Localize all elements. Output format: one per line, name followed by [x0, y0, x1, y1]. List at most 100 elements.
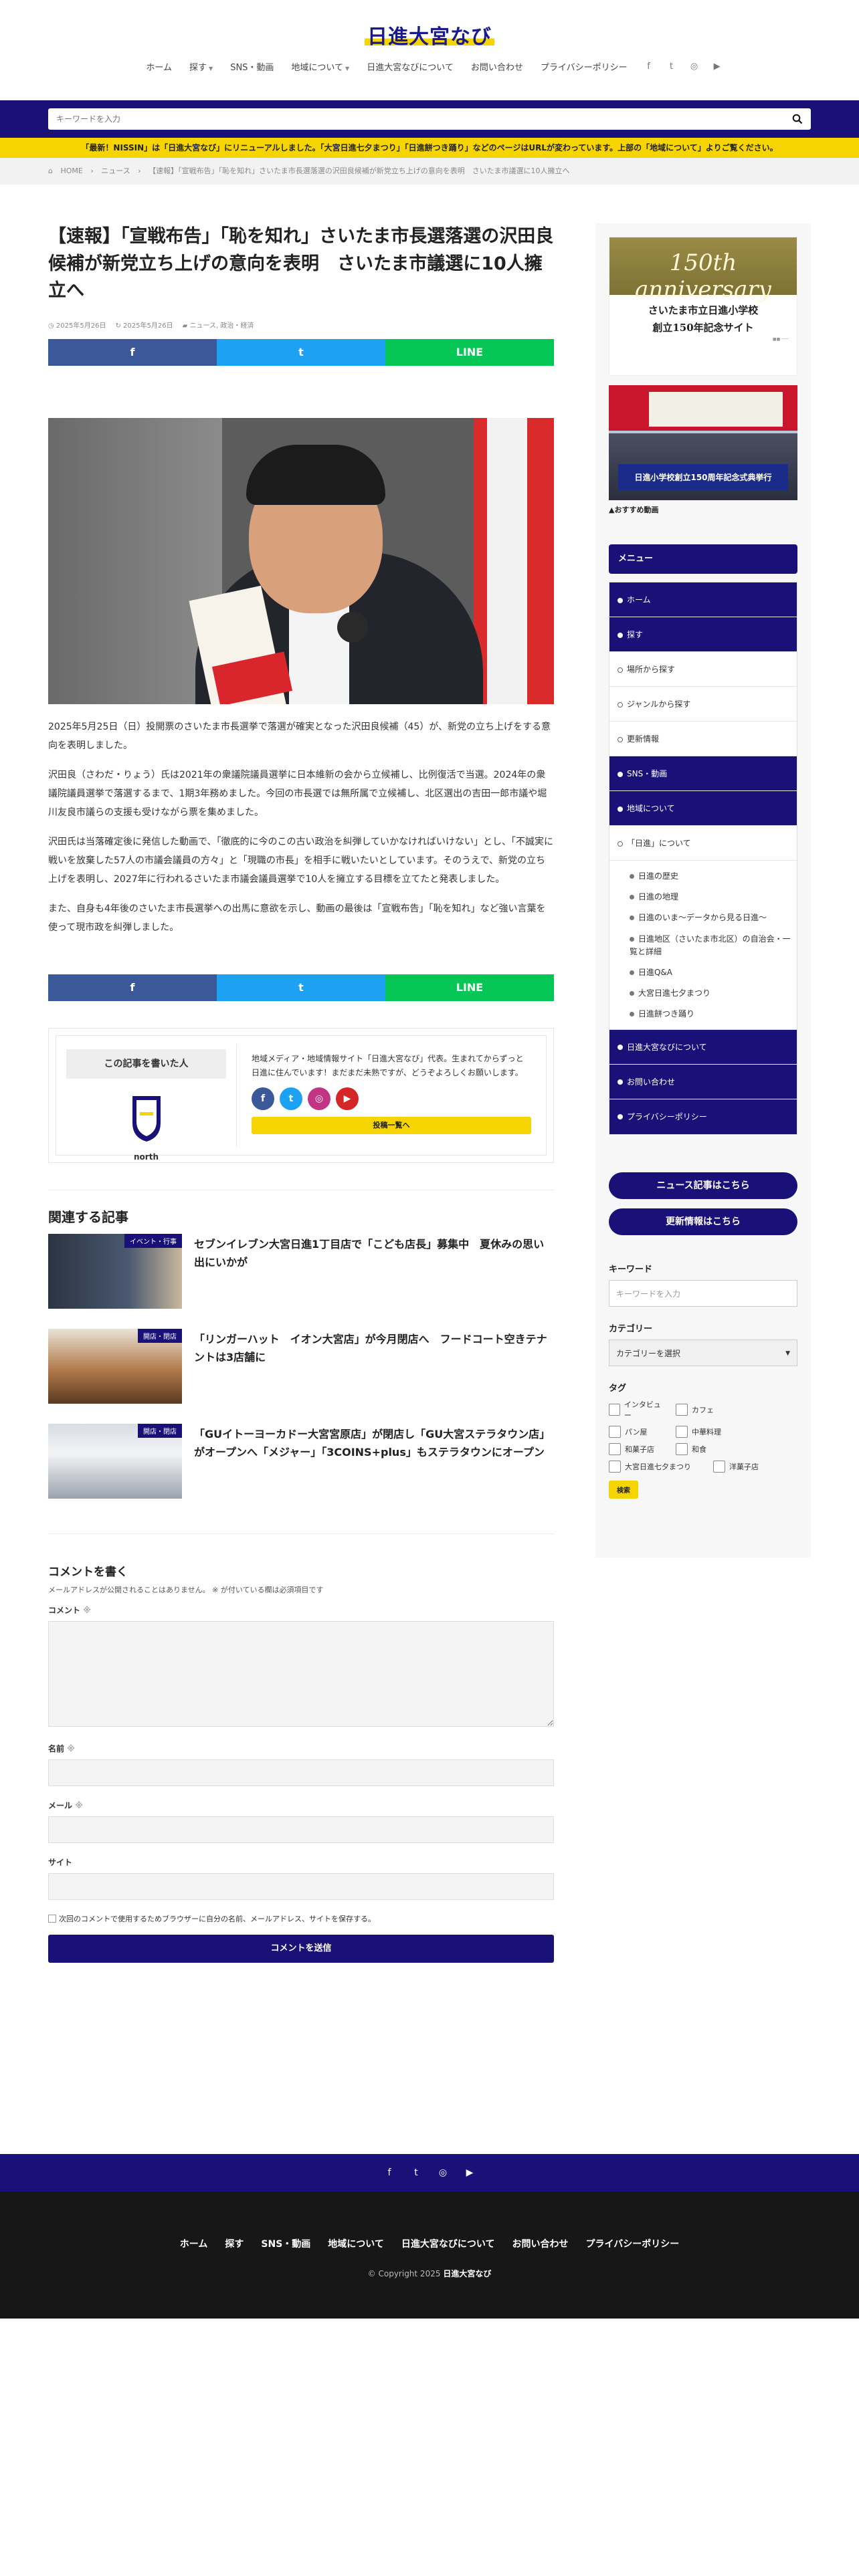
breadcrumb-home[interactable]: HOME [60, 167, 82, 175]
sidebar-search-input[interactable]: キーワードを入力 [609, 1279, 797, 1307]
menu-item-home[interactable]: ホーム [609, 582, 797, 617]
nav-about[interactable]: 日進大宮なびについて [358, 60, 462, 73]
nav-privacy[interactable]: プライバシーポリシー [532, 60, 636, 73]
twitter-icon[interactable]: t [280, 1087, 302, 1110]
tag-checkbox[interactable]: カフェ [676, 1399, 732, 1420]
site-field[interactable] [48, 1872, 554, 1900]
related-title[interactable]: 「リンガーハット イオン大宮店」が今月閉店へ フードコート空きテナントは3店舗に [194, 1329, 554, 1404]
checkbox[interactable] [609, 1442, 621, 1455]
search-input[interactable] [48, 108, 811, 130]
author-avatar[interactable] [123, 1092, 170, 1144]
menu-item-about-site[interactable]: 日進大宮なびについて [609, 1029, 797, 1065]
comment-textarea[interactable] [48, 1620, 554, 1727]
cookie-consent[interactable]: 次回のコメントで使用するためブラウザーに自分の名前、メールアドレス、サイトを保存… [48, 1913, 554, 1924]
instagram-icon[interactable]: ◎ [308, 1087, 330, 1110]
related-title[interactable]: セブンイレブン大宮日進1丁目店で「こども店長」募集中 夏休みの思い出にいかが [194, 1234, 554, 1309]
youtube-icon[interactable]: ▶ [336, 1087, 359, 1110]
related-title[interactable]: 「GUイトーヨーカドー大宮宮原店」が閉店し「GU大宮ステラタウン店」がオープンへ… [194, 1424, 554, 1499]
footer-nav-sns[interactable]: SNS・動画 [261, 2237, 310, 2250]
menu-item-updates[interactable]: 更新情報 [609, 722, 797, 756]
related-item[interactable]: イベント・行事 セブンイレブン大宮日進1丁目店で「こども店長」募集中 夏休みの思… [48, 1233, 554, 1309]
menu-item-search[interactable]: 探す [609, 617, 797, 652]
checkbox[interactable] [609, 1425, 621, 1438]
instagram-icon[interactable]: ◎ [690, 62, 699, 72]
submenu-item[interactable]: 日進Q&A [630, 962, 797, 983]
tag-search-button[interactable]: 検索 [609, 1480, 638, 1499]
related-thumbnail[interactable]: 開店・閉店 [48, 1328, 182, 1404]
checkbox[interactable] [676, 1403, 688, 1416]
anniversary-banner[interactable]: 150th anniversary さいたま市立日進小学校 創立150年記念サイ… [609, 237, 797, 376]
notice-banner[interactable]: 「最新！NISSIN」は「日進大宮なび」にリニューアルしました。「大宮日進七夕ま… [0, 138, 859, 158]
related-item[interactable]: 開店・閉店 「GUイトーヨーカドー大宮宮原店」が閉店し「GU大宮ステラタウン店」… [48, 1423, 554, 1499]
menu-item-contact[interactable]: お問い合わせ [609, 1064, 797, 1099]
site-logo[interactable]: 日進大宮なび [0, 0, 859, 60]
share-line-button[interactable]: LINE [385, 338, 554, 366]
tag-checkbox[interactable]: 大宮日進七夕まつり [609, 1460, 702, 1473]
nav-search[interactable]: 探す ▼ [181, 60, 221, 73]
cookie-checkbox[interactable] [48, 1914, 56, 1923]
checkbox[interactable] [676, 1425, 688, 1438]
email-field[interactable] [48, 1816, 554, 1843]
menu-item-sns[interactable]: SNS・動画 [609, 756, 797, 791]
tag-checkbox[interactable]: 中華料理 [676, 1425, 732, 1438]
share-twitter-button[interactable]: t [217, 338, 385, 366]
facebook-icon[interactable]: f [644, 62, 654, 72]
checkbox[interactable] [713, 1460, 725, 1473]
tag-checkbox[interactable]: 洋菓子店 [713, 1460, 769, 1473]
checkbox[interactable] [676, 1442, 688, 1455]
submenu-item[interactable]: 日進地区（さいたま市北区）の自治会・一覧と詳細 [630, 929, 797, 962]
share-line-button[interactable]: LINE [385, 974, 554, 1001]
tag-checkbox[interactable]: 和食 [676, 1442, 732, 1455]
comment-submit-button[interactable]: コメントを送信 [48, 1934, 554, 1963]
updates-button[interactable]: 更新情報はこちら [609, 1208, 797, 1235]
nav-area-label[interactable]: 地域について [291, 63, 343, 73]
footer-nav-about[interactable]: 日進大宮なびについて [401, 2237, 495, 2250]
nav-sns[interactable]: SNS・動画 [221, 60, 282, 73]
share-facebook-button[interactable]: f [48, 338, 217, 366]
article-category[interactable]: ▰ ニュース, 政治・経済 [183, 320, 254, 330]
facebook-icon[interactable]: f [384, 2167, 395, 2178]
related-thumbnail[interactable]: 開店・閉店 [48, 1423, 182, 1499]
facebook-icon[interactable]: f [252, 1087, 274, 1110]
checkbox[interactable] [609, 1460, 621, 1473]
breadcrumb-category[interactable]: ニュース [101, 167, 130, 175]
tag-checkbox[interactable]: インタビュー [609, 1399, 665, 1420]
twitter-icon[interactable]: t [411, 2167, 421, 2178]
tag-checkbox[interactable]: パン屋 [609, 1425, 665, 1438]
author-name[interactable]: north [56, 1152, 236, 1162]
category-select[interactable]: カテゴリーを選択 ▼ [609, 1339, 797, 1366]
search-icon[interactable] [792, 114, 803, 124]
nav-home[interactable]: ホーム [137, 60, 181, 73]
youtube-icon[interactable]: ▶ [464, 2167, 475, 2178]
menu-item-by-genre[interactable]: ジャンルから探す [609, 687, 797, 722]
checkbox[interactable] [609, 1403, 620, 1416]
twitter-icon[interactable]: t [667, 62, 676, 72]
article-category-text[interactable]: ニュース, 政治・経済 [189, 322, 254, 330]
footer-nav-search[interactable]: 探す [225, 2237, 244, 2250]
footer-nav-area[interactable]: 地域について [328, 2237, 384, 2250]
share-twitter-button[interactable]: t [217, 974, 385, 1001]
nav-contact[interactable]: お問い合わせ [462, 60, 532, 73]
author-posts-button[interactable]: 投稿一覧へ [252, 1116, 531, 1134]
name-field[interactable] [48, 1759, 554, 1786]
news-articles-button[interactable]: ニュース記事はこちら [609, 1172, 797, 1199]
nav-search-label[interactable]: 探す [189, 63, 207, 73]
menu-item-area[interactable]: 地域について [609, 791, 797, 826]
site-logo-text[interactable]: 日進大宮なび [365, 20, 494, 49]
footer-nav-home[interactable]: ホーム [180, 2237, 208, 2250]
tag-checkbox[interactable]: 和菓子店 [609, 1442, 665, 1455]
instagram-icon[interactable]: ◎ [438, 2167, 448, 2178]
submenu-item[interactable]: 大宮日進七夕まつり [630, 983, 797, 1004]
menu-item-by-place[interactable]: 場所から探す [609, 652, 797, 687]
submenu-item[interactable]: 日進のいま〜データから見る日進〜 [630, 907, 797, 928]
related-item[interactable]: 開店・閉店 「リンガーハット イオン大宮店」が今月閉店へ フードコート空きテナン… [48, 1328, 554, 1404]
share-facebook-button[interactable]: f [48, 974, 217, 1001]
recommended-video[interactable]: 日進小学校創立150周年記念式典挙行 [609, 385, 797, 500]
copyright-site[interactable]: 日進大宮なび [443, 2269, 491, 2278]
nav-area[interactable]: 地域について ▼ [282, 60, 358, 73]
related-thumbnail[interactable]: イベント・行事 [48, 1233, 182, 1309]
submenu-item[interactable]: 日進餅つき踊り [630, 1004, 797, 1025]
footer-nav-contact[interactable]: お問い合わせ [512, 2237, 568, 2250]
submenu-item[interactable]: 日進の歴史 [630, 866, 797, 887]
menu-item-privacy[interactable]: プライバシーポリシー [609, 1099, 797, 1134]
